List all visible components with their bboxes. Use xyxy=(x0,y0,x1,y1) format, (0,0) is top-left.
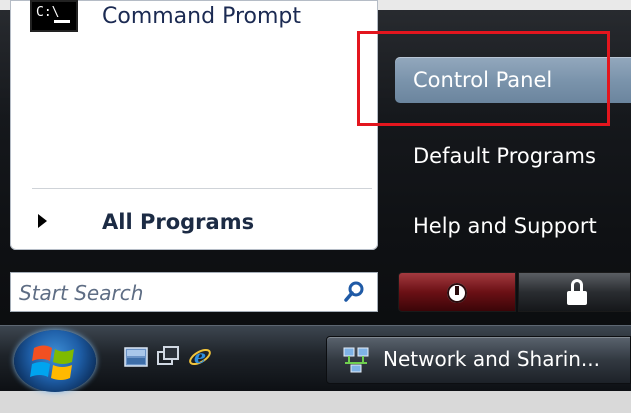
show-desktop-icon[interactable] xyxy=(124,345,148,369)
help-support-item[interactable]: Help and Support xyxy=(395,203,631,249)
taskbar-window-label: Network and Sharin... xyxy=(383,347,601,371)
default-programs-label: Default Programs xyxy=(413,144,596,168)
windows-logo-icon xyxy=(30,345,74,380)
help-support-label: Help and Support xyxy=(413,214,597,238)
pinned-item-command-prompt[interactable]: C:\ Command Prompt xyxy=(20,0,320,38)
taskbar-window-network-sharing[interactable]: Network and Sharin... xyxy=(326,336,631,384)
switch-windows-icon[interactable] xyxy=(156,345,180,369)
right-arrow-icon xyxy=(38,214,47,228)
cmd-cursor xyxy=(54,20,70,23)
start-menu-left-panel: C:\ Command Prompt All Programs xyxy=(10,0,378,250)
default-programs-item[interactable]: Default Programs xyxy=(395,133,631,179)
power-icon xyxy=(447,283,467,303)
network-icon xyxy=(343,347,369,373)
internet-explorer-icon[interactable]: e xyxy=(188,345,212,369)
svg-text:e: e xyxy=(194,346,206,368)
lock-icon xyxy=(567,291,587,305)
start-search-input[interactable] xyxy=(11,273,341,313)
lock-button[interactable] xyxy=(518,272,631,312)
search-icon[interactable] xyxy=(343,281,365,303)
highlight-box xyxy=(357,31,610,126)
start-search-box[interactable] xyxy=(10,272,378,313)
cmd-icon-text: C:\ xyxy=(36,5,60,20)
menu-separator xyxy=(32,188,372,189)
all-programs-label: All Programs xyxy=(102,210,255,234)
power-button[interactable] xyxy=(398,272,516,312)
command-prompt-label: Command Prompt xyxy=(102,4,301,29)
command-prompt-icon: C:\ xyxy=(30,0,78,32)
